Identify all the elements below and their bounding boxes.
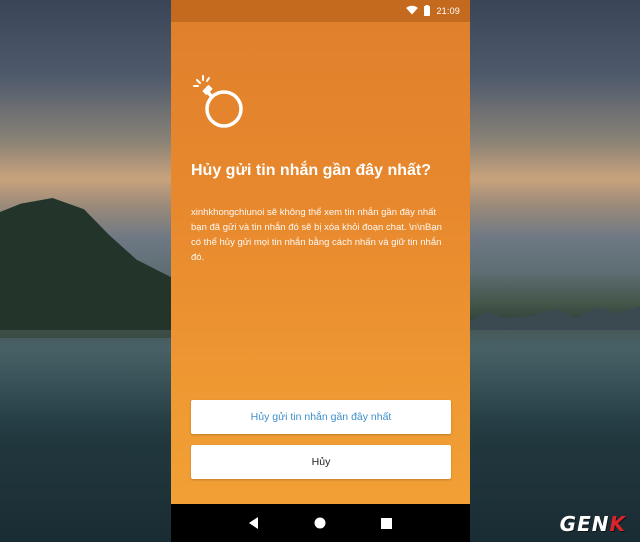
dialog-title: Hủy gửi tin nhắn gần đây nhất?: [191, 162, 432, 179]
recents-icon[interactable]: [380, 516, 394, 530]
wifi-icon: [406, 5, 419, 17]
dialog-description: xinhkhongchiunoi sẽ không thể xem tin nh…: [191, 207, 442, 263]
status-bar: 21:09: [171, 0, 470, 22]
island-silhouette-right: [470, 306, 640, 330]
genk-logo: GENK: [559, 512, 626, 536]
cancel-button[interactable]: Hủy: [191, 445, 451, 479]
phone-screen: 21:09 Hủy gửi tin nhắn gần đây nhất? xin…: [171, 0, 470, 542]
bomb-icon: [193, 74, 249, 130]
island-silhouette-left: [0, 198, 175, 338]
clock: 21:09: [436, 6, 460, 16]
navigation-bar: [171, 504, 470, 542]
back-icon[interactable]: [247, 516, 261, 530]
unsend-message-button[interactable]: Hủy gửi tin nhắn gần đây nhất: [191, 400, 451, 434]
battery-icon: [424, 4, 431, 18]
home-icon[interactable]: [313, 516, 327, 530]
